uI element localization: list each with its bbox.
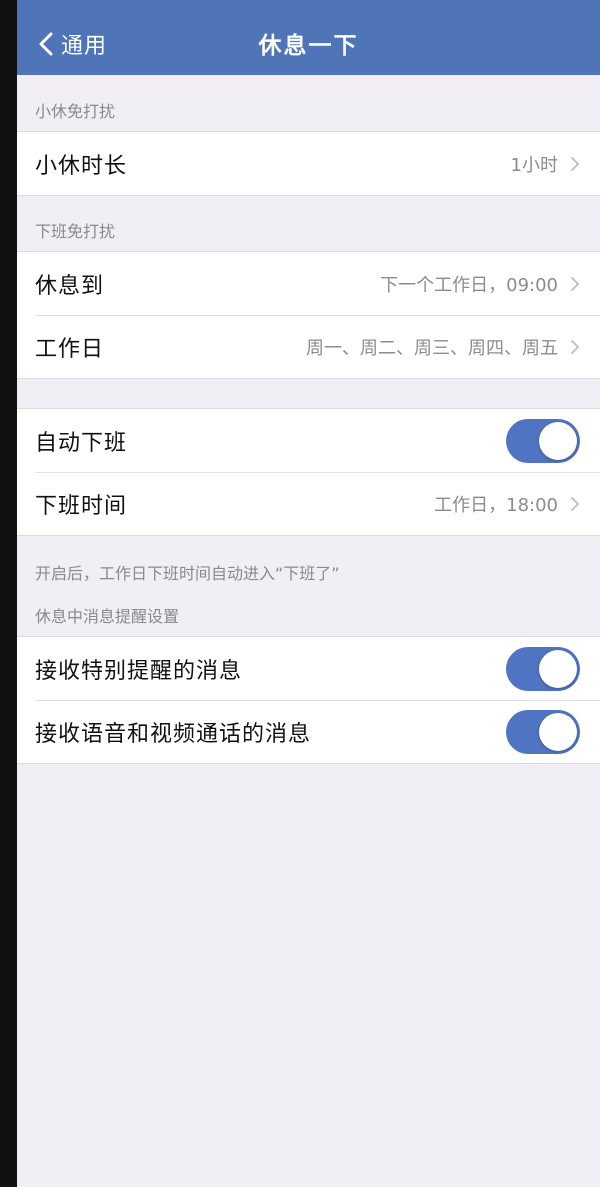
auto-off-footnote: 开启后，工作日下班时间自动进入“下班了”	[35, 564, 340, 583]
break-duration-label: 小休时长	[35, 153, 128, 179]
chevron-right-icon	[571, 156, 579, 171]
chevron-right-icon	[571, 496, 579, 511]
nav-bar: 通用 休息一下	[17, 0, 600, 75]
settings-screen: 通用 休息一下 小休免打扰 小休时长 1小时 下班免打扰 休息到 下一个工作日，…	[17, 0, 600, 1187]
toggle-knob	[539, 712, 577, 751]
device-edge	[0, 0, 17, 1187]
toggle-knob	[539, 421, 577, 460]
workdays-label: 工作日	[35, 336, 105, 362]
auto-off-label: 自动下班	[35, 430, 128, 456]
workdays-value: 周一、周二、周三、周四、周五	[306, 337, 558, 359]
page-title: 休息一下	[258, 33, 359, 59]
auto-off-toggle[interactable]	[506, 418, 580, 463]
special-alerts-row: 接收特别提醒的消息	[17, 637, 600, 700]
workdays-row[interactable]: 工作日 周一、周二、周三、周四、周五	[17, 315, 600, 378]
rest-until-row[interactable]: 休息到 下一个工作日，09:00	[17, 252, 600, 315]
rest-until-value: 下一个工作日，09:00	[380, 274, 558, 296]
calls-label: 接收语音和视频通话的消息	[35, 721, 312, 747]
calls-row: 接收语音和视频通话的消息	[17, 700, 600, 763]
special-alerts-toggle[interactable]	[506, 646, 580, 691]
off-time-value: 工作日，18:00	[434, 494, 558, 516]
rest-until-label: 休息到	[35, 273, 105, 299]
chevron-right-icon	[571, 339, 579, 354]
auto-off-row: 自动下班	[17, 409, 600, 472]
section-header-off-work: 下班免打扰	[35, 222, 116, 241]
off-time-label: 下班时间	[35, 493, 128, 519]
toggle-knob	[539, 649, 577, 688]
break-duration-value: 1小时	[510, 154, 558, 176]
off-time-row[interactable]: 下班时间 工作日，18:00	[17, 472, 600, 535]
calls-toggle[interactable]	[506, 709, 580, 754]
messages-group: 接收特别提醒的消息 接收语音和视频通话的消息	[17, 636, 600, 764]
chevron-right-icon	[571, 276, 579, 291]
break-duration-row[interactable]: 小休时长 1小时	[17, 132, 600, 195]
short-break-group: 小休时长 1小时	[17, 131, 600, 196]
section-header-messages: 休息中消息提醒设置	[35, 607, 180, 626]
special-alerts-label: 接收特别提醒的消息	[35, 658, 243, 684]
section-header-short-break: 小休免打扰	[35, 102, 116, 121]
off-work-group: 休息到 下一个工作日，09:00 工作日 周一、周二、周三、周四、周五	[17, 251, 600, 379]
auto-off-group: 自动下班 下班时间 工作日，18:00	[17, 408, 600, 536]
